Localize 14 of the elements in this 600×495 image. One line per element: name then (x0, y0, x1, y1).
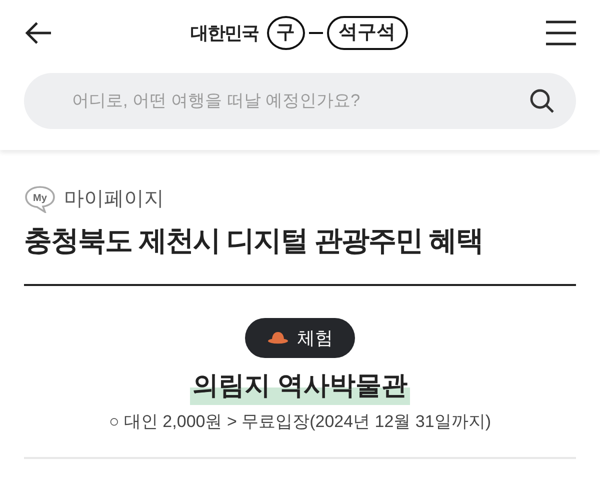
back-button[interactable] (24, 21, 52, 45)
category-badge: 체험 (245, 318, 355, 358)
logo-text: 대한민국 (190, 22, 258, 44)
page-title: 충청북도 제천시 디지털 관광주민 혜택 (24, 220, 576, 286)
logo-line (308, 32, 322, 34)
search-field[interactable]: 어디로, 어떤 여행을 떠날 예정인가요? (24, 73, 576, 129)
logo-text: 구 (266, 16, 304, 50)
my-badge-icon: My (24, 185, 56, 213)
breadcrumb-link[interactable]: 마이페이지 (64, 184, 164, 214)
search-icon[interactable] (529, 88, 555, 114)
menu-button[interactable] (546, 20, 576, 46)
benefit-detail: ○ 대인 2,000원 > 무료입장(2024년 12월 31일까지) (108, 411, 492, 433)
hat-icon (267, 332, 289, 344)
logo-text: 석구석 (326, 16, 408, 50)
